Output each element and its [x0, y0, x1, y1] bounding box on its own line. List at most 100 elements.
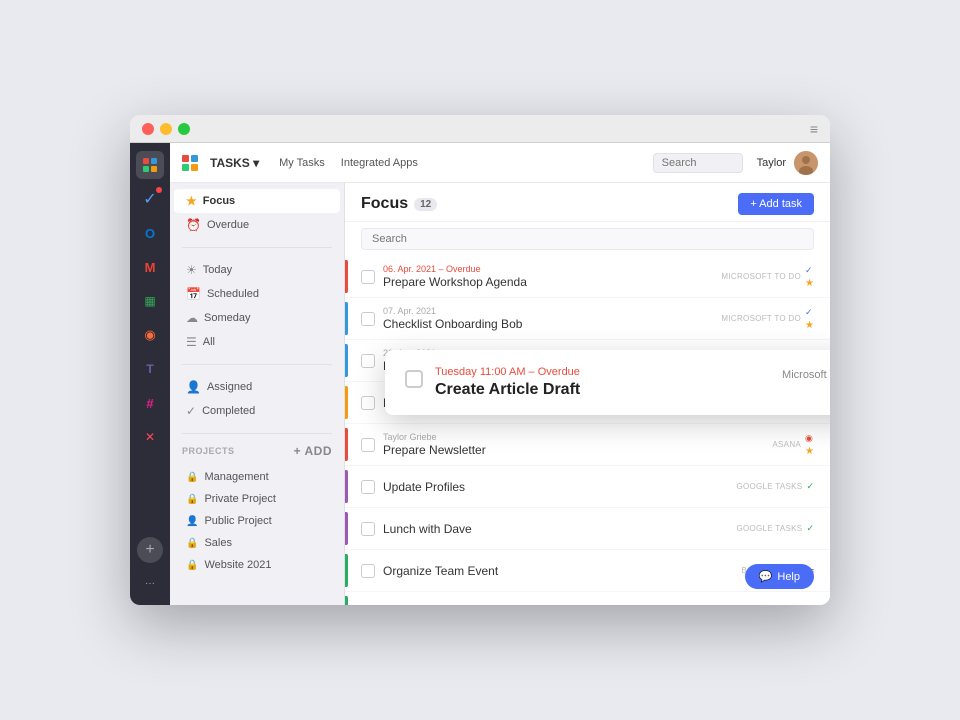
sidebar-projects-section: 🔒 Management 🔒 Private Project 👤 Public …	[170, 460, 344, 582]
rail-circle-icon[interactable]: ◉	[136, 321, 164, 349]
sidebar-focus-section: ★ Focus ⏰ Overdue	[170, 183, 344, 243]
rail-slack-icon[interactable]: #	[136, 389, 164, 417]
task-name: Update Profiles	[383, 480, 736, 494]
header-search-input[interactable]	[653, 153, 743, 173]
add-task-button[interactable]: + Add task	[738, 193, 814, 215]
task-source: MICROSOFT TO DO	[721, 314, 801, 323]
task-search-input[interactable]	[361, 228, 814, 250]
task-name: Checklist Onboarding Bob	[383, 317, 721, 331]
sidebar-project-public[interactable]: 👤 Public Project	[174, 510, 340, 532]
chat-icon: 💬	[759, 570, 773, 583]
star-icon[interactable]: ★	[805, 278, 814, 289]
task-checkbox[interactable]	[361, 564, 375, 578]
tooltip-source: Microsoft To Do ✓	[782, 366, 830, 383]
sidebar-item-assigned[interactable]: 👤 Assigned	[174, 375, 340, 399]
rail-gmail-icon[interactable]: M	[136, 253, 164, 281]
accent-bar	[345, 302, 348, 335]
sidebar-divider-2	[182, 364, 332, 365]
task-right: MICROSOFT TO DO ✓ ★	[721, 265, 814, 289]
rail-dots-icon[interactable]: ···	[136, 569, 164, 597]
table-row[interactable]: 07. Apr. 2021 Checklist Onboarding Bob M…	[345, 298, 830, 340]
task-icons: ✓ ★	[805, 307, 814, 331]
sidebar-project-sales[interactable]: 🔒 Sales	[174, 532, 340, 554]
rail-outlook-icon[interactable]: O	[136, 219, 164, 247]
task-checkbox[interactable]	[361, 396, 375, 410]
titlebar-menu-icon[interactable]: ≡	[810, 121, 818, 137]
lock-icon: 🔒	[186, 538, 198, 549]
sidebar-item-focus[interactable]: ★ Focus	[174, 189, 340, 213]
sidebar-item-scheduled[interactable]: 📅 Scheduled	[174, 282, 340, 306]
user-name-label: Taylor	[757, 157, 786, 169]
sidebar-item-today[interactable]: ☀ Today	[174, 258, 340, 282]
nav-my-tasks[interactable]: My Tasks	[275, 157, 329, 169]
user-avatar	[794, 151, 818, 175]
accent-bar	[345, 512, 348, 545]
add-project-button[interactable]: + Add	[294, 444, 332, 458]
rail-cross-icon[interactable]: ✕	[136, 423, 164, 451]
tooltip-content: Tuesday 11:00 AM – Overdue Create Articl…	[435, 366, 770, 399]
rail-add-button[interactable]: +	[137, 537, 163, 563]
page-title: Focus	[361, 195, 408, 213]
tooltip-checkbox[interactable]	[405, 370, 423, 388]
task-name: Organize Team Event	[383, 564, 741, 578]
projects-section-header: PROJECTS + Add	[170, 438, 344, 460]
check-circle-icon: ✓	[805, 307, 814, 318]
task-checkbox[interactable]	[361, 522, 375, 536]
titlebar: ≡	[130, 115, 830, 143]
app-window: ≡ ✓ O M ▦ ◉ T # ✕ + ···	[130, 115, 830, 605]
check-circle-icon: ✓	[805, 265, 814, 276]
app-logo	[182, 155, 198, 171]
rail-calendar-icon[interactable]: ▦	[136, 287, 164, 315]
lock-icon: 🔒	[186, 494, 198, 505]
star-icon[interactable]: ★	[805, 320, 814, 331]
sidebar-item-someday[interactable]: ☁ Someday	[174, 306, 340, 330]
task-date: 07. Apr. 2021	[383, 306, 721, 316]
task-right: MICROSOFT TO DO ✓ ★	[721, 307, 814, 331]
rail-grid-icon[interactable]	[136, 151, 164, 179]
sidebar-project-private[interactable]: 🔒 Private Project	[174, 488, 340, 510]
task-info: 07. Apr. 2021 Checklist Onboarding Bob	[383, 306, 721, 331]
sidebar-item-all[interactable]: ☰ All	[174, 330, 340, 354]
close-button[interactable]	[142, 123, 154, 135]
sidebar-item-overdue[interactable]: ⏰ Overdue	[174, 213, 340, 237]
sidebar-item-completed[interactable]: ✓ Completed	[174, 399, 340, 423]
task-source: MICROSOFT TO DO	[721, 272, 801, 281]
rail-teams-icon[interactable]: T	[136, 355, 164, 383]
task-checkbox[interactable]	[361, 480, 375, 494]
help-button[interactable]: 💬 Help	[745, 564, 814, 589]
app-header: TASKS ▾ My Tasks Integrated Apps Taylor	[170, 143, 830, 183]
task-info: Organize Team Event	[383, 564, 741, 578]
sidebar-project-website[interactable]: 🔒 Website 2021	[174, 554, 340, 576]
accent-bar	[345, 554, 348, 587]
rail-check-icon[interactable]: ✓	[136, 185, 164, 213]
task-checkbox[interactable]	[361, 270, 375, 284]
nav-integrated-apps[interactable]: Integrated Apps	[337, 157, 422, 169]
table-row[interactable]: Taylor Griebe Prepare Newsletter ASANA ◉…	[345, 424, 830, 466]
list-icon: ☰	[186, 335, 197, 349]
task-icons: ✓	[806, 523, 814, 534]
tooltip-source-name: Microsoft To Do	[782, 369, 830, 381]
star-icon[interactable]: ★	[805, 446, 814, 457]
task-icons: ✓ ★	[805, 265, 814, 289]
table-row[interactable]: Lunch with Dave GOOGLE TASKS ✓	[345, 508, 830, 550]
person-icon: 👤	[186, 380, 201, 394]
table-row[interactable]: Re-Schedule Yoga BASAAK TASKS ≡	[345, 592, 830, 605]
table-row[interactable]: Update Profiles GOOGLE TASKS ✓	[345, 466, 830, 508]
sidebar-divider-1	[182, 247, 332, 248]
sidebar-plan-section: ☀ Today 📅 Scheduled ☁ Someday ☰	[170, 252, 344, 360]
accent-bar	[345, 596, 348, 605]
task-checkbox[interactable]	[361, 438, 375, 452]
sidebar-divider-3	[182, 433, 332, 434]
minimize-button[interactable]	[160, 123, 172, 135]
table-row[interactable]: 06. Apr. 2021 – Overdue Prepare Workshop…	[345, 256, 830, 298]
sidebar-project-management[interactable]: 🔒 Management	[174, 466, 340, 488]
task-right: GOOGLE TASKS ✓	[736, 523, 814, 534]
task-checkbox[interactable]	[361, 312, 375, 326]
app-name-label[interactable]: TASKS ▾	[210, 156, 259, 170]
task-checkbox[interactable]	[361, 354, 375, 368]
accent-bar	[345, 386, 348, 419]
lock-icon: 🔒	[186, 560, 198, 571]
task-tooltip-card: Tuesday 11:00 AM – Overdue Create Articl…	[385, 350, 830, 415]
maximize-button[interactable]	[178, 123, 190, 135]
search-bar	[345, 222, 830, 256]
